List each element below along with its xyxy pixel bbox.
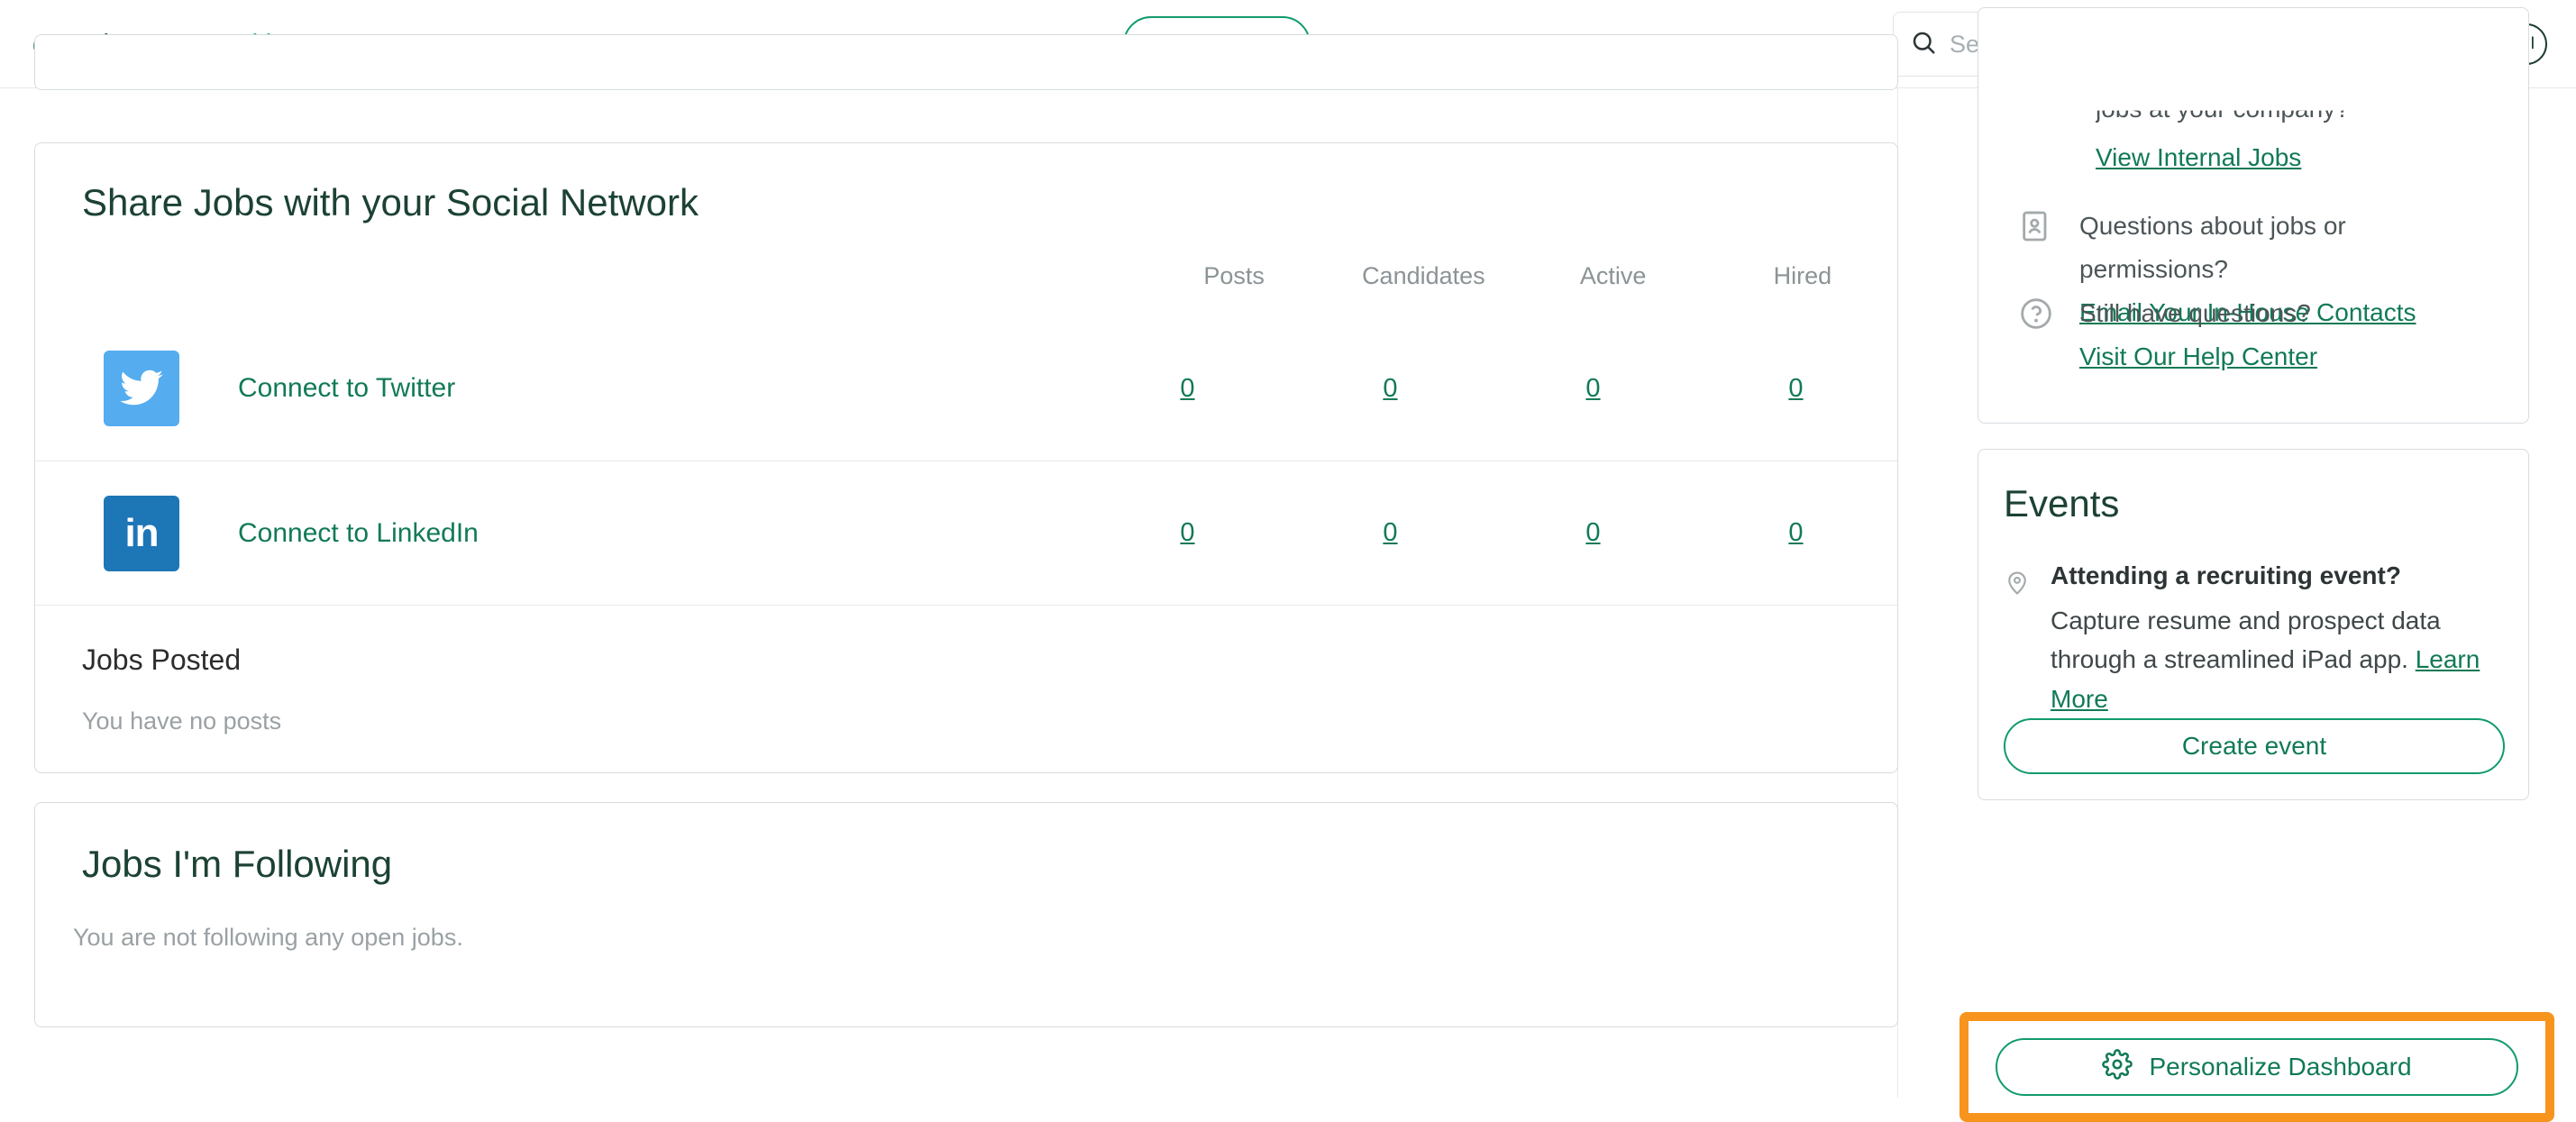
linkedin-hired-value: 0 [1694, 518, 1897, 548]
page-title: Share Jobs with your Social Network [35, 143, 1897, 224]
jobs-posted-title: Jobs Posted [82, 643, 1897, 677]
events-description-text: Capture resume and prospect data through… [2051, 607, 2441, 673]
linkedin-icon[interactable]: in [104, 496, 179, 571]
jobs-following-empty-message: You are not following any open jobs. [35, 886, 1897, 952]
help-item-questions: Still have questions? Visit Our Help Cen… [2018, 292, 2317, 379]
page-body: Share Jobs with your Social Network Post… [0, 88, 2576, 1098]
twitter-active-value: 0 [1492, 374, 1694, 404]
events-card: Events Attending a recruiting event? Cap… [1978, 449, 2529, 800]
help-still-questions: Still have questions? [2079, 299, 2311, 327]
personalize-dashboard-label: Personalize Dashboard [2149, 1053, 2411, 1081]
twitter-candidates-value: 0 [1289, 374, 1492, 404]
linkedin-posts-value: 0 [1086, 518, 1289, 548]
create-event-button[interactable]: Create event [2004, 718, 2505, 774]
jobs-posted-empty-message: You have no posts [82, 707, 1897, 735]
connect-to-twitter-link[interactable]: Connect to Twitter [238, 373, 455, 404]
previous-card-partial [34, 34, 1898, 90]
table-row: in Connect to LinkedIn 0 0 0 0 [35, 461, 1897, 605]
twitter-posts-value: 0 [1086, 374, 1289, 404]
personalize-dashboard-button[interactable]: Personalize Dashboard [1996, 1038, 2518, 1096]
help-permissions-question: Questions about jobs or permissions? [2079, 212, 2346, 283]
events-text-block: Attending a recruiting event? Capture re… [2051, 561, 2501, 718]
help-cut-text: jobs at your company? [2096, 95, 2350, 123]
social-stats-header: Posts Candidates Active Hired [35, 262, 1897, 290]
column-header-hired: Hired [1708, 262, 1897, 290]
twitter-hired-value: 0 [1694, 374, 1897, 404]
events-body: Attending a recruiting event? Capture re… [1978, 525, 2528, 718]
share-jobs-social-card: Share Jobs with your Social Network Post… [34, 142, 1898, 773]
linkedin-active-value: 0 [1492, 518, 1694, 548]
events-title: Events [1978, 450, 2528, 525]
visit-help-center-link[interactable]: Visit Our Help Center [2079, 342, 2317, 370]
map-pin-icon [2004, 561, 2031, 718]
linkedin-stat-values: 0 0 0 0 [1086, 518, 1897, 548]
events-heading: Attending a recruiting event? [2051, 561, 2501, 590]
help-resources-card: jobs at your company? View Internal Jobs… [1978, 7, 2529, 424]
help-item-questions-text: Still have questions? Visit Our Help Cen… [2079, 292, 2317, 379]
linkedin-candidates-value: 0 [1289, 518, 1492, 548]
jobs-following-title: Jobs I'm Following [35, 803, 1897, 886]
gear-icon [2102, 1049, 2133, 1086]
search-icon [1910, 29, 1937, 60]
jobs-following-card: Jobs I'm Following You are not following… [34, 802, 1898, 1027]
twitter-icon[interactable] [104, 351, 179, 426]
table-row: Connect to Twitter 0 0 0 0 [35, 316, 1897, 461]
question-circle-icon [2018, 292, 2056, 379]
twitter-stat-values: 0 0 0 0 [1086, 374, 1897, 404]
view-internal-jobs-link[interactable]: View Internal Jobs [2096, 143, 2301, 172]
personalize-dashboard-highlight: Personalize Dashboard [1959, 1012, 2554, 1122]
jobs-posted-section: Jobs Posted You have no posts [35, 605, 1897, 774]
column-header-posts: Posts [1139, 262, 1329, 290]
column-header-candidates: Candidates [1329, 262, 1518, 290]
column-header-active: Active [1519, 262, 1708, 290]
events-description: Capture resume and prospect data through… [2051, 601, 2501, 718]
connect-to-linkedin-link[interactable]: Connect to LinkedIn [238, 518, 479, 549]
